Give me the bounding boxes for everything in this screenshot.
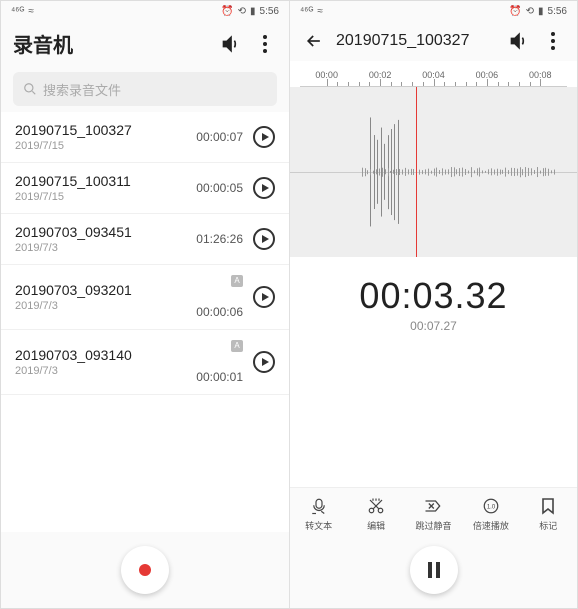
play-button[interactable] (253, 351, 275, 373)
recording-duration: 00:00:07 (196, 130, 243, 144)
recording-row[interactable]: 20190703_093201 2019/7/3 A00:00:06 (1, 265, 289, 330)
tool-row: 转文本 编辑 跳过静音 1.0 倍速播放 标记 (290, 487, 577, 536)
recording-name: 20190703_093451 (15, 224, 186, 240)
more-icon[interactable] (253, 32, 277, 56)
speaker-icon[interactable] (219, 32, 243, 56)
search-placeholder: 搜索录音文件 (43, 80, 121, 99)
recording-date: 2019/7/15 (15, 140, 186, 152)
recording-name: 20190715_100327 (15, 122, 186, 138)
recording-title: 20190715_100327 (336, 32, 497, 50)
transcript-badge-icon: A (231, 340, 243, 352)
recording-date: 2019/7/3 (15, 300, 186, 312)
recording-date: 2019/7/3 (15, 242, 186, 254)
skip-silence-icon (423, 496, 443, 516)
signal-icon: ⁴⁶ᴳ (300, 6, 313, 17)
tool-label: 标记 (539, 519, 557, 532)
recording-row[interactable]: 20190703_093451 2019/7/3 01:26:26 (1, 214, 289, 265)
alarm-icon: ⏰ (221, 6, 233, 17)
tool-bookmark[interactable]: 标记 (523, 496, 573, 532)
tool-label: 跳过静音 (415, 519, 451, 532)
recording-duration: 00:00:05 (196, 181, 243, 195)
alarm-icon: ⏰ (509, 6, 521, 17)
recording-name: 20190703_093201 (15, 282, 186, 298)
signal-icon: ⁴⁶ᴳ (11, 6, 24, 17)
recording-duration: 01:26:26 (196, 232, 243, 246)
time-ruler[interactable]: 00:0000:0200:0400:0600:08 (300, 65, 567, 87)
back-icon[interactable] (302, 29, 326, 53)
svg-text:1.0: 1.0 (487, 504, 496, 510)
search-input[interactable]: 搜索录音文件 (13, 72, 277, 106)
transcript-badge-icon: A (231, 275, 243, 287)
tool-transcribe[interactable]: 转文本 (294, 496, 344, 532)
recording-duration: A00:00:06 (196, 275, 243, 319)
rotate-icon: ⟲ (526, 6, 534, 17)
speed-icon: 1.0 (481, 496, 501, 516)
status-bar: ⁴⁶ᴳ ≈ ⏰ ⟲ ▮ 5:56 (1, 1, 289, 21)
total-time: 00:07.27 (290, 319, 577, 333)
rotate-icon: ⟲ (238, 6, 246, 17)
transcribe-icon (309, 496, 329, 516)
playback-screen: ⁴⁶ᴳ ≈ ⏰ ⟲ ▮ 5:56 20190715_100327 00: (289, 1, 577, 608)
bookmark-icon (538, 496, 558, 516)
status-time: 5:56 (260, 6, 279, 17)
more-icon[interactable] (541, 29, 565, 53)
playhead[interactable] (416, 87, 417, 257)
play-button[interactable] (253, 286, 275, 308)
time-ruler-wrap: 00:0000:0200:0400:0600:08 (290, 61, 577, 87)
tool-label: 编辑 (367, 519, 385, 532)
waveform[interactable] (290, 87, 577, 257)
recording-row[interactable]: 20190703_093140 2019/7/3 A00:00:01 (1, 330, 289, 395)
recording-name: 20190703_093140 (15, 347, 186, 363)
pause-button[interactable] (410, 546, 458, 594)
recording-date: 2019/7/3 (15, 365, 186, 377)
scissors-icon (366, 496, 386, 516)
tool-label: 转文本 (305, 519, 332, 532)
playback-header: 20190715_100327 (290, 21, 577, 61)
play-button[interactable] (253, 177, 275, 199)
wifi-icon: ≈ (317, 6, 323, 17)
recording-name: 20190715_100311 (15, 173, 186, 189)
current-time: 00:03.32 (290, 275, 577, 317)
recording-row[interactable]: 20190715_100311 2019/7/15 00:00:05 (1, 163, 289, 214)
recording-date: 2019/7/15 (15, 191, 186, 203)
recordings-list-screen: ⁴⁶ᴳ ≈ ⏰ ⟲ ▮ 5:56 录音机 搜索录音文件 20190715_100… (1, 1, 289, 608)
tool-edit[interactable]: 编辑 (351, 496, 401, 532)
wifi-icon: ≈ (28, 6, 34, 17)
record-bar (1, 532, 289, 608)
battery-icon: ▮ (250, 6, 256, 17)
tool-speed[interactable]: 1.0 倍速播放 (466, 496, 516, 532)
list-header: 录音机 (1, 21, 289, 66)
record-button[interactable] (121, 546, 169, 594)
search-icon (23, 82, 37, 96)
play-button[interactable] (253, 126, 275, 148)
play-button[interactable] (253, 228, 275, 250)
playback-control-bar (290, 536, 577, 608)
status-bar: ⁴⁶ᴳ ≈ ⏰ ⟲ ▮ 5:56 (290, 1, 577, 21)
speaker-icon[interactable] (507, 29, 531, 53)
recording-row[interactable]: 20190715_100327 2019/7/15 00:00:07 (1, 112, 289, 163)
recording-duration: A00:00:01 (196, 340, 243, 384)
tool-label: 倍速播放 (473, 519, 509, 532)
battery-icon: ▮ (538, 6, 544, 17)
tool-skip-silence[interactable]: 跳过静音 (408, 496, 458, 532)
status-time: 5:56 (548, 6, 567, 17)
time-display: 00:03.32 00:07.27 (290, 257, 577, 337)
app-title: 录音机 (13, 29, 209, 58)
